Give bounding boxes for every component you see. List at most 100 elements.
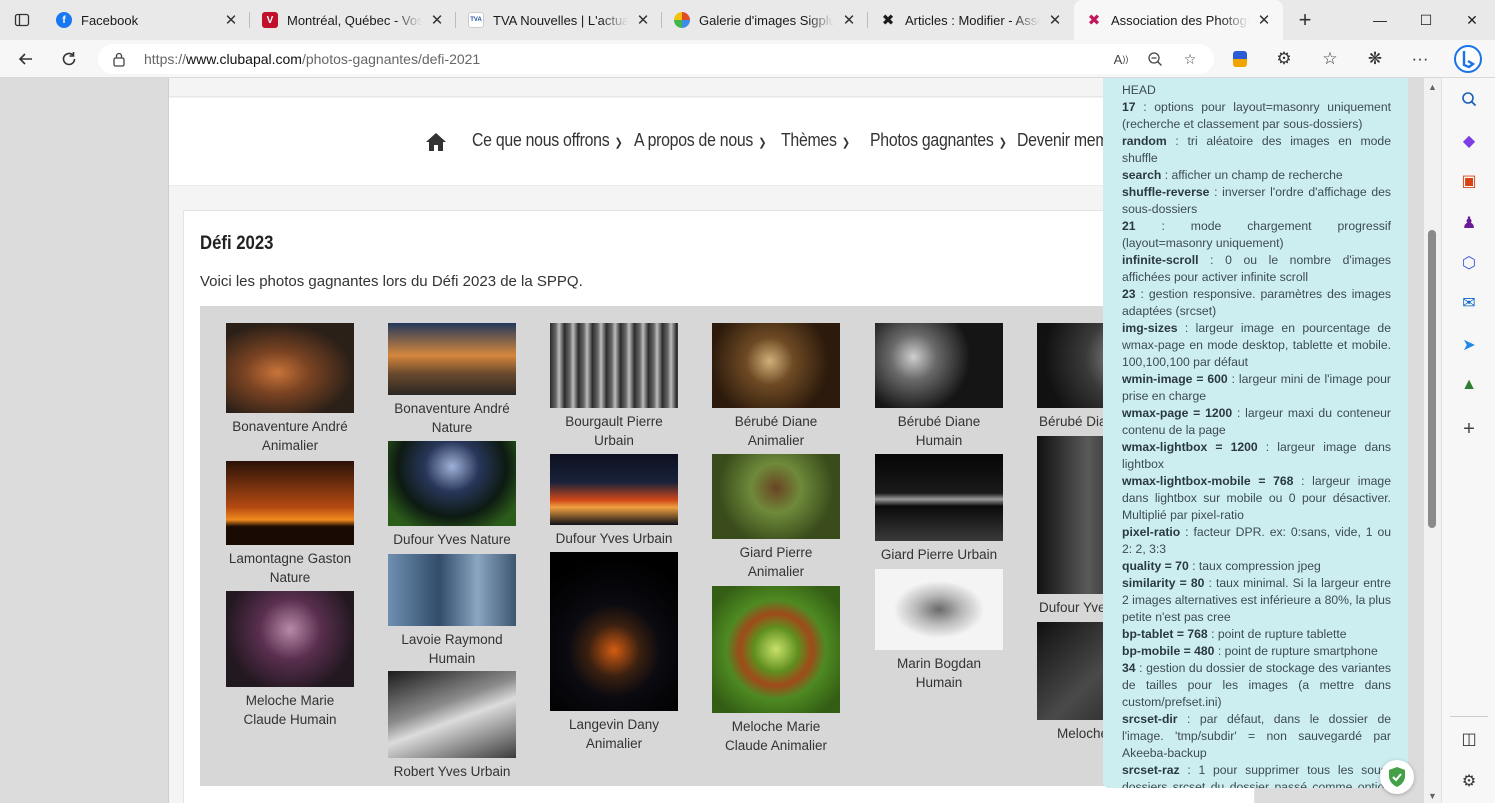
close-icon[interactable]: ✕ (1046, 11, 1064, 29)
extension-badge-button[interactable] (1226, 46, 1254, 72)
photo-thumbnail[interactable] (388, 554, 516, 626)
scroll-up-icon[interactable]: ▲ (1428, 82, 1437, 92)
nav-devenir-membre[interactable]: Devenir memb (1017, 130, 1117, 151)
gallery-item[interactable]: Giard Pierre Urbain (875, 454, 1003, 564)
tab-tva[interactable]: TVA TVA Nouvelles | L'actualité d ✕ (456, 0, 662, 40)
photo-thumbnail[interactable] (388, 441, 516, 526)
more-menu-button[interactable]: ··· (1406, 46, 1434, 72)
send-icon[interactable]: ➤ (1458, 334, 1480, 356)
photo-thumbnail[interactable] (712, 323, 840, 408)
tree-icon[interactable]: ▲ (1458, 374, 1480, 396)
tab-articles[interactable]: ✖ Articles : Modifier - Associat ✕ (868, 0, 1074, 40)
chevron-down-icon: ❯ (841, 137, 850, 149)
close-icon[interactable]: ✕ (1255, 11, 1273, 29)
page-scrollbar[interactable]: ▲ ▼ (1424, 78, 1441, 803)
gallery-item[interactable]: Dufour Yves Nature (388, 441, 516, 549)
scroll-thumb[interactable] (1428, 230, 1436, 528)
gallery-item[interactable]: Meloche Marie Claude Animalier (712, 586, 840, 755)
photo-thumbnail[interactable] (388, 323, 516, 395)
collections-button[interactable]: ❋ (1361, 46, 1389, 72)
gallery-item[interactable]: Robert Yves Urbain (388, 671, 516, 781)
tab-montreal[interactable]: V Montréal, Québec - Vos Pré ✕ (250, 0, 456, 40)
add-favorite-icon[interactable]: ☆ (1179, 49, 1201, 69)
chevron-down-icon: ❯ (614, 137, 623, 149)
home-icon[interactable] (425, 132, 447, 152)
close-icon[interactable]: ✕ (222, 11, 240, 29)
bing-copilot-button[interactable] (1452, 43, 1484, 75)
security-shield-button[interactable] (1380, 760, 1414, 794)
search-icon[interactable] (1458, 88, 1480, 110)
plus-icon: + (1298, 7, 1312, 32)
address-bar[interactable]: https://www.clubapal.com/photos-gagnante… (98, 44, 1214, 74)
gallery-item[interactable]: Marin Bogdan Humain (875, 569, 1003, 692)
gallery-item[interactable]: Bonaventure André Animalier (226, 323, 354, 455)
photo-thumbnail[interactable] (712, 454, 840, 539)
photo-thumbnail[interactable] (550, 454, 678, 525)
close-icon[interactable]: ✕ (840, 11, 858, 29)
url-text[interactable]: https://www.clubapal.com/photos-gagnante… (144, 51, 480, 67)
gallery-item[interactable]: Lamontagne Gaston Nature (226, 461, 354, 587)
tab-actions-button[interactable] (0, 0, 44, 40)
gallery-item[interactable]: Meloche Marie Claude Humain (226, 591, 354, 729)
gallery-item[interactable]: Bérubé Diane Animalier (712, 323, 840, 450)
extensions-button[interactable]: ⚙ (1270, 46, 1298, 72)
photo-thumbnail[interactable] (712, 586, 840, 713)
photo-thumbnail[interactable] (875, 569, 1003, 650)
gallery-item[interactable]: Dufour Yves Urbain (550, 454, 678, 548)
reload-button[interactable] (55, 46, 83, 72)
zoom-out-icon[interactable] (1144, 49, 1166, 69)
arrow-left-icon (18, 53, 32, 65)
photo-caption: Meloche Marie Claude Humain (243, 693, 337, 727)
photo-thumbnail[interactable] (875, 454, 1003, 541)
help-key: 23 (1122, 287, 1136, 301)
photo-thumbnail[interactable] (388, 671, 516, 758)
read-aloud-icon[interactable]: A)) (1110, 49, 1132, 69)
help-line: HEAD (1122, 82, 1391, 99)
gallery-item[interactable]: Bonaventure André Nature (388, 323, 516, 437)
nav-photos-gagnantes[interactable]: Photos gagnantes ❯ (870, 130, 1007, 151)
photo-caption: Meloche Marie Claude Animalier (724, 719, 828, 753)
microsoft365-icon[interactable]: ⬡ (1458, 252, 1480, 274)
gallery-item[interactable]: Langevin Dany Animalier (550, 552, 678, 753)
scroll-down-icon[interactable]: ▼ (1428, 791, 1437, 801)
joomla-icon: ✖ (1087, 12, 1101, 29)
nav-themes[interactable]: Thèmes ❯ (781, 130, 850, 151)
gallery-item[interactable]: Bourgault Pierre Urbain (550, 323, 678, 450)
photo-thumbnail[interactable] (550, 552, 678, 711)
gallery-item[interactable]: Giard Pierre Animalier (712, 454, 840, 581)
outlook-icon[interactable]: ✉ (1458, 292, 1480, 314)
help-line: infinite-scroll : 0 ou le nombre d'image… (1122, 252, 1391, 286)
article-content: Défi 2023 Voici les photos gagnantes lor… (183, 210, 1260, 803)
close-icon[interactable]: ✕ (634, 11, 652, 29)
tab-facebook[interactable]: f Facebook ✕ (44, 0, 250, 40)
photo-thumbnail[interactable] (875, 323, 1003, 408)
settings-gear-icon[interactable]: ⚙ (1458, 770, 1480, 792)
minimize-button[interactable]: — (1357, 0, 1403, 40)
photo-caption: Bourgault Pierre Urbain (565, 414, 663, 448)
photo-thumbnail[interactable] (226, 323, 354, 413)
toolbox-icon[interactable]: ▣ (1458, 170, 1480, 192)
close-window-button[interactable]: ✕ (1449, 0, 1495, 40)
photo-thumbnail[interactable] (550, 323, 678, 408)
nav-a-propos[interactable]: A propos de nous ❯ (634, 130, 766, 151)
close-icon[interactable]: ✕ (428, 11, 446, 29)
sidebar-panel-icon[interactable]: ◫ (1458, 728, 1480, 750)
games-icon[interactable]: ♟ (1458, 212, 1480, 234)
lock-icon[interactable] (112, 51, 126, 67)
maximize-button[interactable]: ☐ (1403, 0, 1449, 40)
back-button[interactable] (12, 46, 40, 72)
help-desc: : afficher un champ de recherche (1161, 168, 1343, 182)
gallery-item[interactable]: Lavoie Raymond Humain (388, 554, 516, 668)
photo-caption: Dufour Yves Urbain (555, 531, 673, 546)
gallery-item[interactable]: Bérubé Diane Humain (875, 323, 1003, 450)
tab-sigplus[interactable]: Galerie d'images Sigplus - F ✕ (662, 0, 868, 40)
add-sidebar-app-icon[interactable]: + (1458, 418, 1480, 440)
photo-thumbnail[interactable] (226, 461, 354, 545)
nav-label: Ce que nous offrons (472, 130, 610, 150)
favorites-button[interactable]: ☆ (1316, 46, 1344, 72)
photo-thumbnail[interactable] (226, 591, 354, 687)
shopping-tag-icon[interactable]: ◆ (1458, 130, 1480, 152)
tab-association-active[interactable]: ✖ Association des Photograph ✕ (1074, 0, 1283, 40)
new-tab-button[interactable]: + (1283, 0, 1327, 40)
nav-ce-que-nous-offrons[interactable]: Ce que nous offrons ❯ (472, 130, 623, 151)
